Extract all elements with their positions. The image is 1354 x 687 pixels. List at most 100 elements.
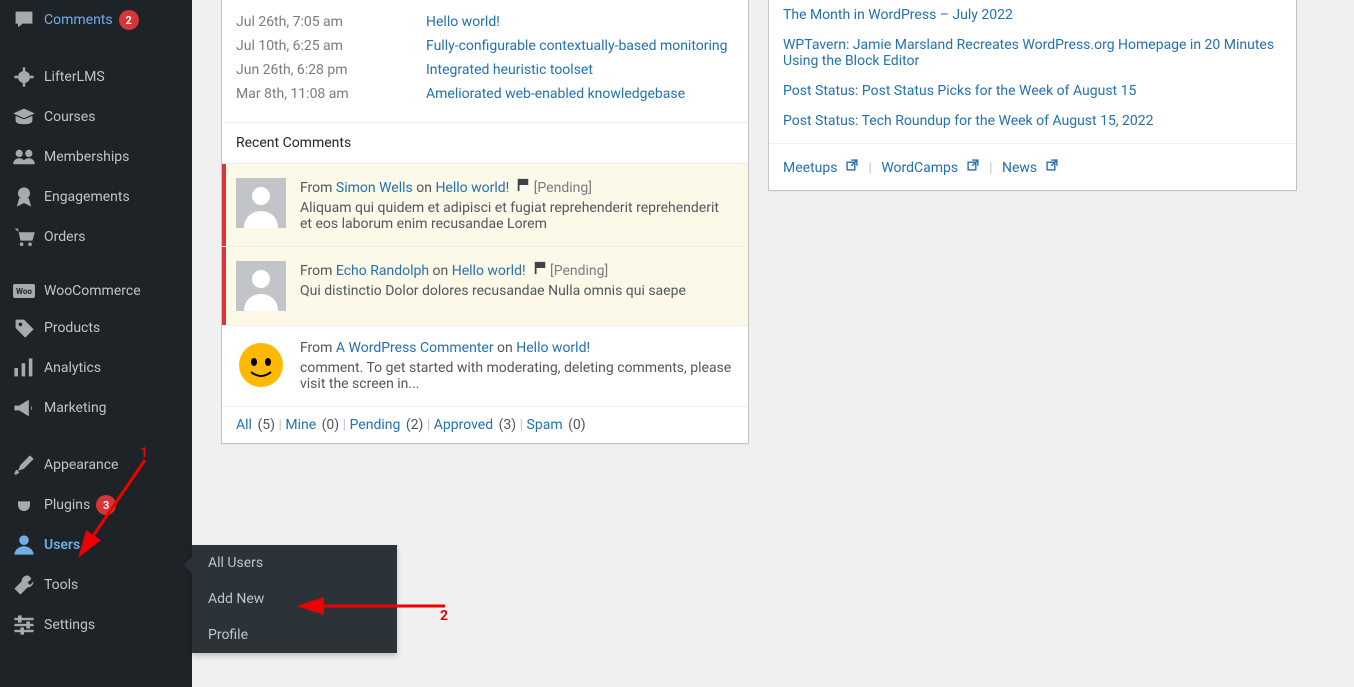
comment-text: Aliquam qui quidem et adipisci et fugiat…	[300, 200, 734, 232]
filter-sep: |	[343, 417, 350, 433]
menu-products[interactable]: Products	[0, 308, 192, 348]
menu-courses[interactable]: Courses	[0, 97, 192, 137]
menu-analytics[interactable]: Analytics	[0, 348, 192, 388]
pending-tag: [Pending]	[550, 263, 608, 279]
submenu-arrow-icon	[184, 557, 192, 573]
menu-engagements[interactable]: Engagements	[0, 177, 192, 217]
meetups-link[interactable]: Meetups	[783, 160, 859, 176]
from-text: From	[300, 180, 336, 196]
comment-post[interactable]: Hello world!	[452, 263, 526, 279]
wrench-icon	[12, 573, 36, 597]
flag-icon	[533, 263, 547, 279]
activity-link[interactable]: Hello world!	[426, 14, 500, 30]
activity-widget: Jul 26th, 7:05 am Hello world! Jul 10th,…	[221, 0, 749, 444]
menu-label: Engagements	[44, 189, 130, 205]
plugins-badge: 3	[96, 495, 116, 515]
filter-count: (5)	[257, 417, 275, 433]
activity-link[interactable]: Integrated heuristic toolset	[426, 62, 593, 78]
plug-icon	[12, 493, 36, 517]
menu-woocommerce[interactable]: Woo WooCommerce	[0, 274, 192, 308]
admin-sidebar: Comments 2 LifterLMS Courses Memberships…	[0, 0, 192, 687]
filter-count: (2)	[406, 417, 424, 433]
menu-label: Memberships	[44, 149, 129, 165]
from-text: From	[300, 340, 336, 356]
on-text: on	[429, 263, 452, 279]
menu-tools[interactable]: Tools	[0, 565, 192, 605]
activity-date: Jun 26th, 6:28 pm	[236, 62, 426, 78]
menu-orders[interactable]: Orders	[0, 217, 192, 257]
recent-comments-heading: Recent Comments	[222, 122, 748, 163]
news-link[interactable]: WPTavern: Jamie Marsland Recreates WordP…	[783, 37, 1274, 69]
comment-icon	[12, 8, 36, 32]
news-link[interactable]: News	[1002, 160, 1059, 176]
comment-body: From A WordPress Commenter on Hello worl…	[300, 340, 734, 392]
wordcamps-link[interactable]: WordCamps	[881, 160, 979, 176]
comment-author[interactable]: A WordPress Commenter	[336, 340, 494, 356]
comment-post[interactable]: Hello world!	[516, 340, 590, 356]
news-link[interactable]: Post Status: Post Status Picks for the W…	[783, 83, 1136, 99]
comment-meta: From A WordPress Commenter on Hello worl…	[300, 340, 734, 356]
menu-label: WooCommerce	[44, 283, 141, 299]
submenu-profile[interactable]: Profile	[192, 617, 397, 653]
filter-pending[interactable]: Pending	[350, 417, 401, 433]
brush-icon	[12, 453, 36, 477]
menu-appearance[interactable]: Appearance	[0, 445, 192, 485]
avatar	[236, 261, 286, 311]
menu-label: Orders	[44, 229, 86, 245]
activity-link[interactable]: Fully-configurable contextually-based mo…	[426, 38, 728, 54]
tag-icon	[12, 316, 36, 340]
news-link[interactable]: Post Status: Tech Roundup for the Week o…	[783, 113, 1154, 129]
menu-lifterlms[interactable]: LifterLMS	[0, 57, 192, 97]
news-link[interactable]: The Month in WordPress – July 2022	[783, 7, 1013, 23]
menu-memberships[interactable]: Memberships	[0, 137, 192, 177]
lifterlms-icon	[12, 65, 36, 89]
menu-plugins[interactable]: Plugins 3	[0, 485, 192, 525]
external-icon	[966, 158, 980, 176]
filter-spam[interactable]: Spam	[527, 417, 563, 433]
menu-settings[interactable]: Settings	[0, 605, 192, 645]
news-column: The Month in WordPress – July 2022 WPTav…	[768, 0, 1297, 191]
menu-label: Tools	[44, 577, 78, 593]
filter-sep: |	[427, 417, 434, 433]
menu-marketing[interactable]: Marketing	[0, 388, 192, 428]
activity-column: Jul 26th, 7:05 am Hello world! Jul 10th,…	[221, 0, 749, 444]
comment-author[interactable]: Simon Wells	[336, 180, 413, 196]
flag-icon	[516, 180, 530, 196]
menu-label: Courses	[44, 109, 95, 125]
award-icon	[12, 185, 36, 209]
filter-count: (3)	[499, 417, 517, 433]
on-text: on	[413, 180, 436, 196]
chart-icon	[12, 356, 36, 380]
activity-date: Mar 8th, 11:08 am	[236, 86, 426, 102]
activity-row: Mar 8th, 11:08 am Ameliorated web-enable…	[222, 78, 748, 122]
menu-label: Plugins	[44, 497, 90, 513]
menu-comments[interactable]: Comments 2	[0, 0, 192, 40]
on-text: on	[494, 340, 517, 356]
comment-body: From Echo Randolph on Hello world! [Pend…	[300, 261, 734, 311]
comment-post[interactable]: Hello world!	[435, 180, 509, 196]
comment-meta: From Echo Randolph on Hello world! [Pend…	[300, 261, 734, 279]
news-footer: Meetups | WordCamps | News	[769, 143, 1296, 190]
news-sep: |	[868, 160, 875, 176]
submenu-add-new[interactable]: Add New	[192, 581, 397, 617]
filter-all[interactable]: All	[236, 417, 252, 433]
cap-icon	[12, 105, 36, 129]
comment-meta: From Simon Wells on Hello world! [Pendin…	[300, 178, 734, 196]
external-icon	[845, 158, 859, 176]
woo-icon: Woo	[12, 284, 36, 298]
menu-label: Products	[44, 320, 100, 336]
from-text: From	[300, 263, 336, 279]
user-icon	[12, 533, 36, 557]
filter-count: (0)	[568, 417, 586, 433]
filter-mine[interactable]: Mine	[285, 417, 316, 433]
comment-author[interactable]: Echo Randolph	[336, 263, 429, 279]
submenu-all-users[interactable]: All Users	[192, 545, 397, 581]
menu-label: LifterLMS	[44, 69, 105, 85]
filter-sep: |	[520, 417, 527, 433]
activity-row: Jul 10th, 6:25 am Fully-configurable con…	[222, 30, 748, 54]
group-icon	[12, 145, 36, 169]
activity-link[interactable]: Ameliorated web-enabled knowledgebase	[426, 86, 685, 102]
filter-approved[interactable]: Approved	[434, 417, 493, 433]
menu-users[interactable]: Users	[0, 525, 192, 565]
avatar	[236, 340, 286, 390]
